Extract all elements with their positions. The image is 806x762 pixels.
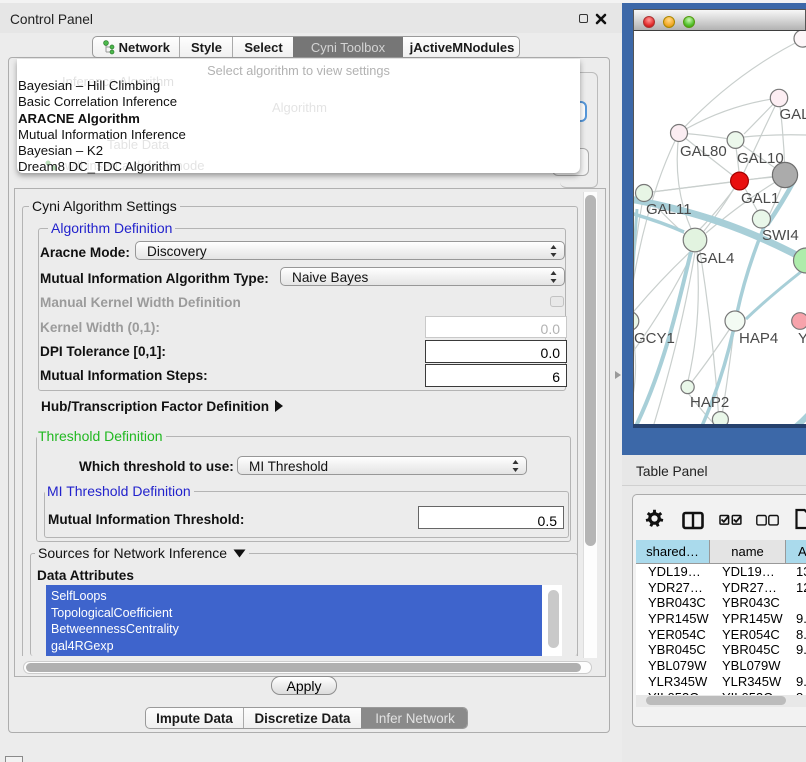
svg-text:GCY1: GCY1 <box>634 330 675 347</box>
svg-text:GAL1: GAL1 <box>741 190 779 207</box>
svg-text:GAL4: GAL4 <box>696 250 734 267</box>
svg-text:GAL11: GAL11 <box>646 201 692 218</box>
svg-text:GAL3: GAL3 <box>780 106 806 123</box>
svg-text:HAP4: HAP4 <box>739 330 778 347</box>
svg-text:GAL10: GAL10 <box>737 150 784 167</box>
svg-text:Y: Y <box>798 330 806 347</box>
svg-text:SWI4: SWI4 <box>762 227 799 244</box>
svg-text:GAL80: GAL80 <box>680 143 727 160</box>
svg-text:HAP2: HAP2 <box>690 394 729 411</box>
